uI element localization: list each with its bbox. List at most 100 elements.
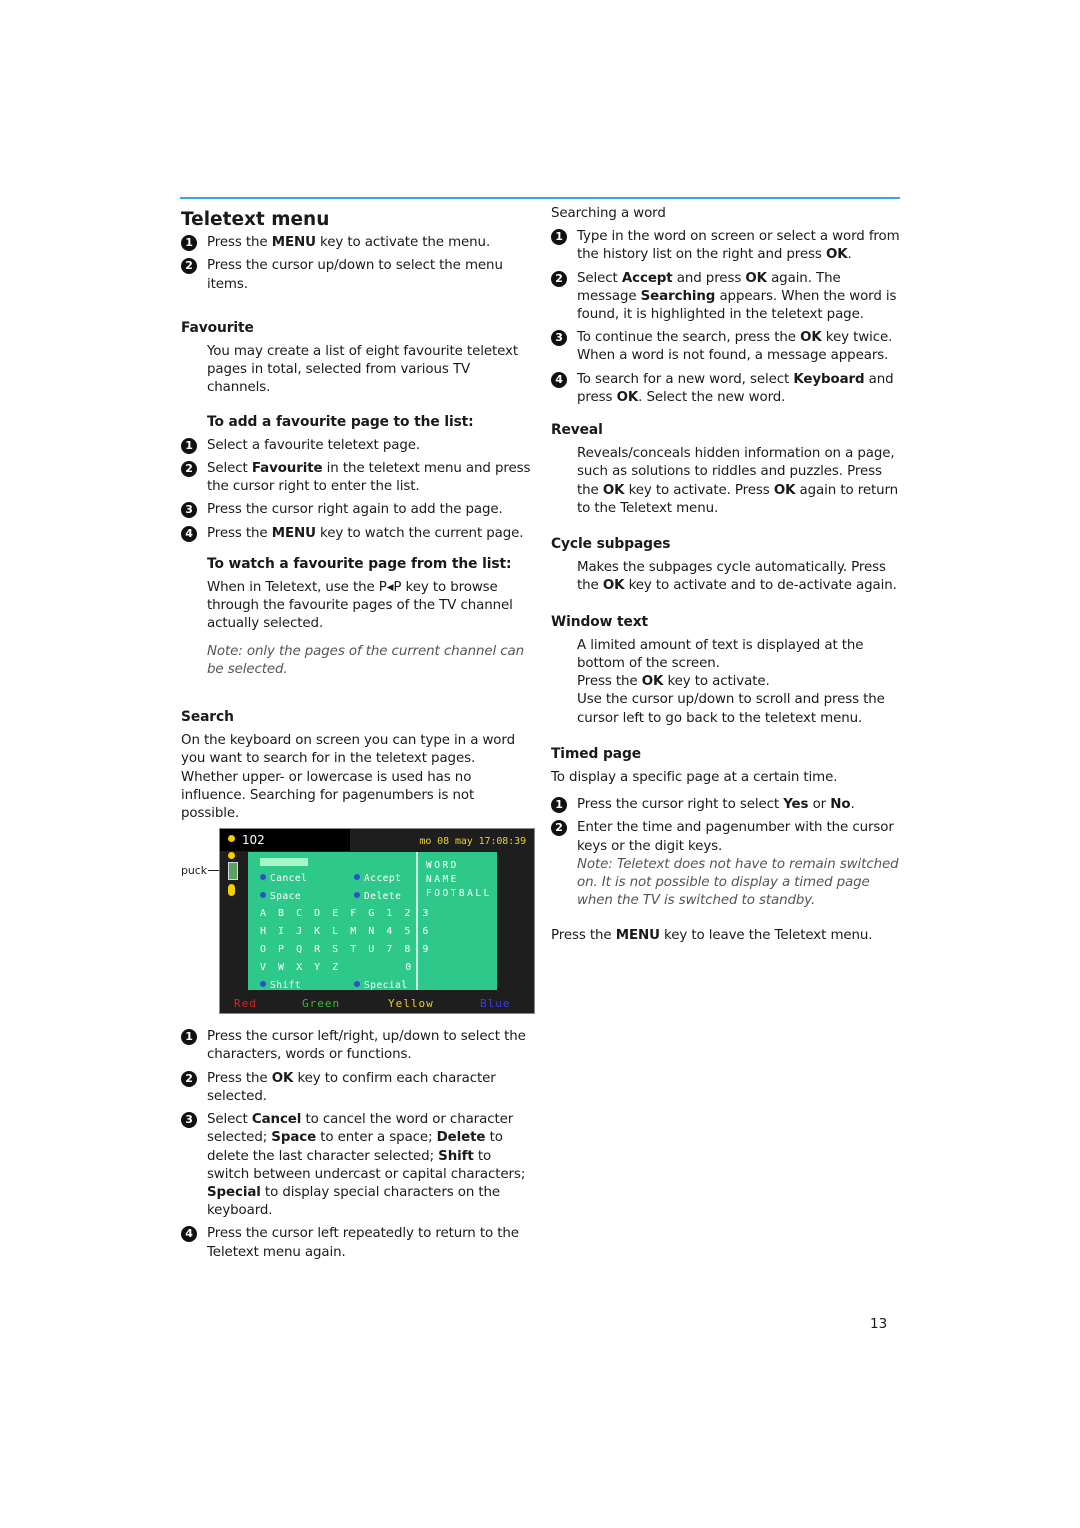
bold-term: Searching [640, 288, 716, 304]
text-run: Enter the time and pagenumber with the c… [577, 820, 894, 854]
delete-button[interactable]: Delete [354, 888, 401, 906]
bold-term: Shift [438, 1148, 474, 1164]
search-word-input[interactable] [260, 858, 308, 867]
history-item[interactable]: FOOTBALL [426, 885, 492, 903]
fastext-blue[interactable]: Blue [480, 995, 511, 1013]
right-column: Searching a word 1 Type in the word on s… [551, 205, 901, 950]
bold-term: OK [602, 482, 625, 498]
step-number-icon: 2 [181, 258, 197, 275]
favourite-note: Note: only the pages of the current chan… [207, 643, 525, 677]
timed-body: To display a specific page at a certain … [551, 770, 838, 786]
blue-bullet-icon [354, 981, 360, 988]
puck-icon[interactable] [228, 862, 238, 881]
search-step: 1 Press the cursor left/right, up/down t… [181, 1028, 531, 1064]
bold-term: No [830, 797, 851, 813]
bold-term: Special [207, 1184, 261, 1200]
indicator-dot-icon [228, 852, 235, 860]
page-number: 13 [870, 1316, 888, 1332]
keyboard-row[interactable]: H I J K L M N 4 5 6 [260, 923, 429, 941]
text-run: or [808, 797, 831, 813]
special-button[interactable]: Special [354, 977, 408, 995]
tv-clock: mo 08 may 17:08:39 [419, 836, 526, 848]
keyboard-row[interactable]: A B C D E F G 1 2 3 [260, 905, 429, 923]
watch-body: When in Teletext, use the P◂P key to bro… [207, 580, 513, 632]
timed-step: 2 Enter the time and pagenumber with the… [551, 819, 901, 855]
search-body: On the keyboard on screen you can type i… [181, 733, 515, 822]
step-number-icon: 2 [551, 270, 567, 287]
teletext-screen-illustration: puck 102 mo 08 may 17:08:39 Cancel Accep… [181, 828, 535, 1020]
rich-text: Press the cursor right to select Yes or … [577, 797, 855, 812]
add-step: 1 Select a favourite teletext page. [181, 437, 531, 455]
step-number-icon: 3 [551, 330, 567, 347]
stacked-dots-icon [228, 884, 235, 897]
rich-text: To search for a new word, select Keyboar… [577, 372, 894, 405]
fastext-red[interactable]: Red [234, 995, 257, 1013]
keyboard-row[interactable]: O P Q R S T U 7 8 9 [260, 941, 429, 959]
window-line-1: A limited amount of text is displayed at… [577, 637, 864, 672]
fastext-yellow[interactable]: Yellow [388, 995, 434, 1013]
heading-cycle-subpages: Cycle subpages [551, 536, 671, 553]
text-run: and press [672, 270, 746, 286]
search-step: 2 Press the OK key to confirm each chara… [181, 1070, 531, 1106]
rich-text: Select Accept and press OK again. The me… [577, 270, 897, 322]
blue-bullet-icon [260, 874, 266, 881]
add-step: 3 Press the cursor right again to add th… [181, 501, 531, 519]
text-run: to enter a space; [316, 1130, 437, 1146]
puck-label: puck [181, 864, 207, 878]
text-run: . [847, 247, 852, 263]
search-keyboard-panel: Cancel Accept Space Delete A B C D E F G… [248, 852, 497, 991]
rich-text: Select Cancel to cancel the word or char… [207, 1112, 525, 1218]
bold-term: Yes [783, 797, 809, 813]
section-title: Teletext menu [181, 209, 330, 230]
bold-term: Delete [436, 1130, 486, 1146]
bold-term: Keyboard [793, 371, 865, 387]
tv-screen: 102 mo 08 may 17:08:39 Cancel Accept Spa… [219, 828, 535, 1015]
left-column: Teletext menu 1 Press the MENU key to ac… [181, 205, 535, 1267]
step-number-icon: 3 [181, 1112, 197, 1129]
heading-reveal: Reveal [551, 422, 603, 439]
timed-note: Note: Teletext does not have to remain s… [577, 856, 899, 909]
step-number-icon: 2 [181, 1070, 197, 1087]
heading-window-text: Window text [551, 613, 649, 630]
rich-text: Enter the time and pagenumber with the c… [577, 820, 894, 853]
text-run: key to activate and to de-activate again… [624, 578, 897, 594]
text-run: . [850, 797, 855, 813]
searching-step: 1 Type in the word on screen or select a… [551, 228, 901, 264]
keyboard-row[interactable]: V W X Y Z 0 [260, 959, 412, 977]
bold-term: OK [616, 389, 639, 405]
searching-step: 3 To continue the search, press the OK k… [551, 329, 901, 365]
shift-button[interactable]: Shift [260, 977, 301, 995]
heading-favourite: Favourite [181, 319, 254, 336]
text-run: Press the cursor right to select [577, 797, 784, 813]
text-run: key to activate. Press [624, 482, 774, 498]
text-run: To continue the search, press the [577, 330, 801, 346]
intro-step: 2 Press the cursor up/down to select the… [181, 257, 531, 293]
step-number-icon: 4 [181, 1226, 197, 1243]
panel-divider [416, 852, 418, 991]
bold-term: OK [773, 482, 796, 498]
tv-header-bar [220, 829, 350, 852]
step-number-icon: 1 [181, 437, 197, 454]
rich-text: To continue the search, press the OK key… [577, 330, 892, 363]
heading-searching-word: Searching a word [551, 206, 666, 221]
step-number-icon: 4 [551, 371, 567, 388]
add-step: 2 Select Favourite in the teletext menu … [181, 460, 531, 496]
search-step: 4 Press the cursor left repeatedly to re… [181, 1225, 531, 1261]
text-run: . Select the new word. [638, 389, 786, 405]
bold-term: Space [271, 1130, 317, 1146]
step-number-icon: 4 [181, 525, 197, 542]
step-number-icon: 1 [181, 1029, 197, 1046]
text-run: To search for a new word, select [577, 371, 794, 387]
cancel-button[interactable]: Cancel [260, 870, 307, 888]
accept-button[interactable]: Accept [354, 870, 401, 888]
step-number-icon: 1 [181, 235, 197, 252]
bold-term: OK [745, 270, 767, 286]
heading-add-favourite: To add a favourite page to the list: [207, 413, 474, 430]
text-run: Select [577, 270, 622, 286]
favourite-body: You may create a list of eight favourite… [207, 344, 519, 396]
fastext-green[interactable]: Green [302, 995, 340, 1013]
space-button[interactable]: Space [260, 888, 301, 906]
bold-term: Accept [621, 270, 673, 286]
step-number-icon: 1 [551, 797, 567, 814]
window-line-3: Use the cursor up/down to scroll and pre… [577, 692, 885, 726]
